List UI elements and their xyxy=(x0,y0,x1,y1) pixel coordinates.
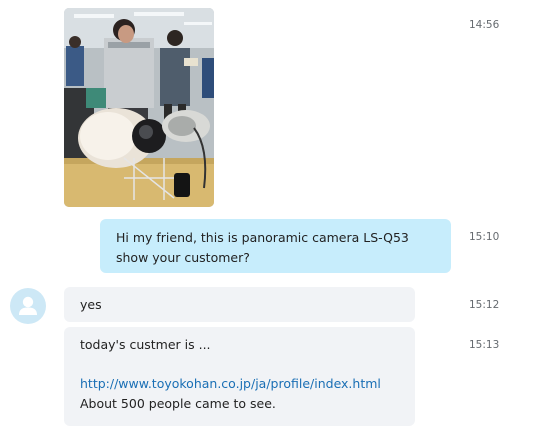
outgoing-message-bubble[interactable]: Hi my friend, this is panoramic camera L… xyxy=(100,219,451,273)
chat-conversation: 14:56 Hi my friend, this is panoramic ca… xyxy=(0,0,540,430)
default-user-avatar-icon xyxy=(19,296,37,315)
photo-image xyxy=(64,8,214,207)
outgoing-message-line-1: Hi my friend, this is panoramic camera L… xyxy=(116,230,409,245)
incoming-message-2-timestamp: 15:13 xyxy=(469,339,500,351)
incoming-message-text: yes xyxy=(80,297,102,312)
photo-message[interactable] xyxy=(64,8,214,207)
incoming-message-line-1: today's custmer is ... xyxy=(80,337,211,352)
message-link[interactable]: http://www.toyokohan.co.jp/ja/profile/in… xyxy=(80,374,415,394)
message-line-break xyxy=(80,355,415,374)
incoming-message-bubble[interactable]: today's custmer is ... http://www.toyoko… xyxy=(64,327,415,426)
outgoing-message-timestamp: 15:10 xyxy=(469,231,500,243)
incoming-message-bubble[interactable]: yes xyxy=(64,287,415,322)
incoming-message-line-3: About 500 people came to see. xyxy=(80,396,276,411)
incoming-message-1-timestamp: 15:12 xyxy=(469,299,500,311)
photo-timestamp: 14:56 xyxy=(469,19,500,31)
outgoing-message-line-2: show your customer? xyxy=(116,250,250,265)
contact-avatar[interactable] xyxy=(10,288,46,324)
